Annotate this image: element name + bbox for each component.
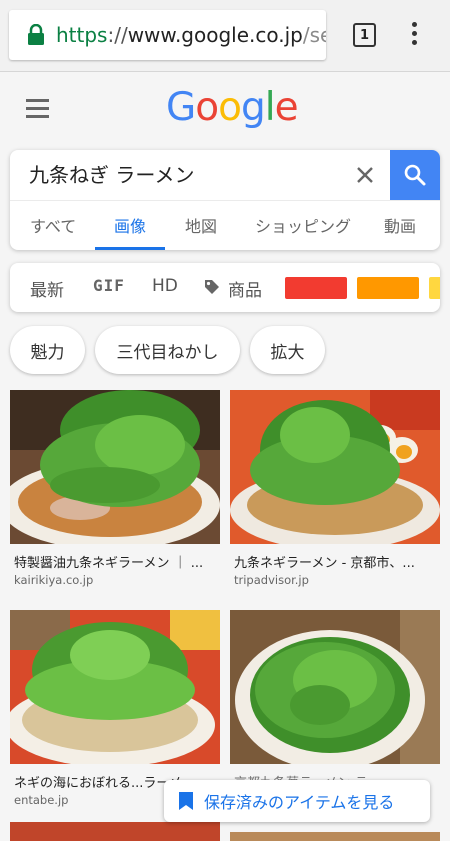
result-title[interactable]: 特製醤油九条ネギラーメン ｜ ... — [14, 552, 219, 571]
color-swatch-orange[interactable] — [357, 277, 419, 299]
hamburger-menu-icon[interactable] — [26, 99, 49, 118]
google-logo[interactable]: Google — [166, 85, 299, 130]
ramen-thumbnail[interactable] — [230, 390, 440, 544]
tab-all[interactable]: すべて — [30, 213, 76, 237]
color-swatch-red[interactable] — [285, 277, 347, 299]
image-filter-bar: 最新 GIF HD 商品 — [10, 263, 440, 312]
search-icon — [404, 164, 426, 186]
saved-items-label: 保存済みのアイテムを見る — [204, 793, 395, 812]
saved-items-button[interactable]: 保存済みのアイテムを見る — [164, 780, 430, 822]
url-path: /sea — [302, 23, 326, 47]
search-card: 九条ねぎ ラーメン すべて 画像 地図 ショッピング 動画 — [10, 150, 440, 250]
active-tab-indicator — [95, 247, 165, 250]
google-header: Google — [0, 72, 450, 147]
result-site: kairikiya.co.jp — [14, 573, 94, 587]
result-site: entabe.jp — [14, 793, 69, 807]
browser-toolbar: https://www.google.co.jp/sea 1 — [0, 0, 450, 72]
tag-icon — [205, 280, 219, 294]
search-button[interactable] — [390, 150, 440, 200]
url-separator: :// — [107, 23, 128, 47]
more-menu-icon[interactable] — [404, 22, 424, 50]
lock-icon — [28, 24, 44, 45]
tab-videos[interactable]: 動画 — [384, 213, 416, 237]
color-swatch-yellow[interactable] — [429, 277, 440, 299]
search-input[interactable]: 九条ねぎ ラーメン — [29, 160, 195, 190]
ramen-thumbnail[interactable] — [10, 610, 220, 764]
chip-zoom[interactable]: 拡大 — [250, 326, 325, 374]
chip-kairiki[interactable]: 魁力 — [10, 326, 85, 374]
image-result[interactable]: 特製醤油九条ネギラーメン ｜ ... kairikiya.co.jp — [10, 390, 220, 590]
result-site: tripadvisor.jp — [234, 573, 309, 587]
filter-latest[interactable]: 最新 — [30, 276, 64, 301]
tab-shopping[interactable]: ショッピング — [255, 213, 351, 237]
url-host: www.google.co.jp — [127, 23, 303, 47]
url-scheme: https — [56, 23, 108, 47]
filter-hd[interactable]: HD — [152, 276, 178, 296]
filter-product[interactable]: 商品 — [228, 276, 262, 301]
clear-icon[interactable] — [350, 160, 380, 190]
divider — [10, 200, 440, 201]
tab-switcher-button[interactable]: 1 — [353, 23, 376, 47]
ramen-thumbnail[interactable] — [10, 390, 220, 544]
tab-maps[interactable]: 地図 — [185, 213, 217, 237]
result-title[interactable]: 九条ネギラーメン - 京都市、... — [234, 552, 439, 571]
chip-sandaime-nekashi[interactable]: 三代目ねかし — [95, 326, 240, 374]
image-result-partial[interactable] — [10, 822, 220, 841]
filter-gif[interactable]: GIF — [93, 276, 125, 295]
tab-images[interactable]: 画像 — [114, 213, 146, 237]
address-bar[interactable]: https://www.google.co.jp/sea — [9, 10, 326, 60]
image-result[interactable]: 九条ネギラーメン - 京都市、... tripadvisor.jp — [230, 390, 440, 590]
bookmark-icon — [179, 792, 193, 810]
ramen-thumbnail[interactable] — [230, 610, 440, 764]
image-result-partial[interactable] — [230, 832, 440, 841]
